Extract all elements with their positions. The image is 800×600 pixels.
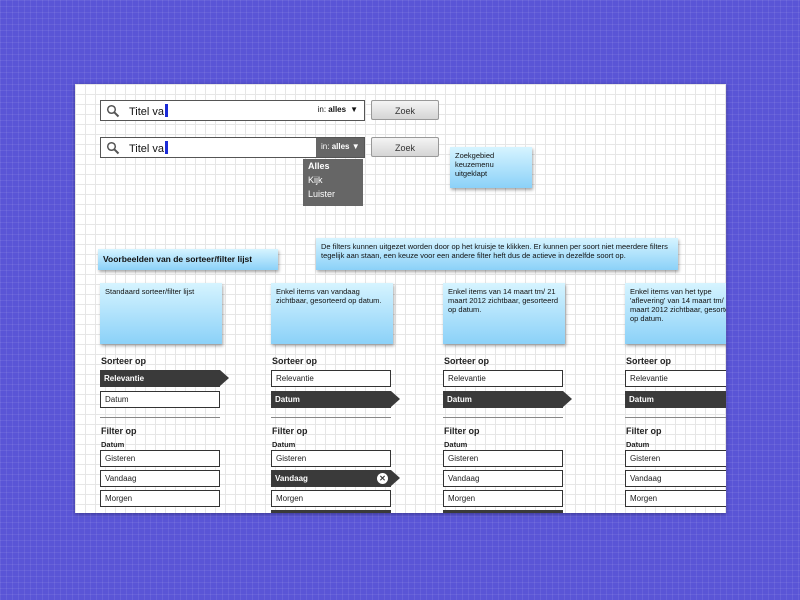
sort-option-datum[interactable]: Datum (100, 391, 220, 408)
filter-heading: Filter op (101, 426, 137, 436)
search-value: Titel va (129, 106, 165, 118)
filter-group-label: Datum (444, 440, 468, 449)
column-note-4: Enkel items van het type 'aflevering' va… (625, 283, 726, 344)
scope-value: alles (328, 105, 347, 114)
divider (625, 417, 726, 418)
filter-option-label: Vandaag (275, 474, 308, 483)
sort-option-label: Datum (447, 395, 472, 404)
sort-option-relevantie[interactable]: Relevantie (443, 370, 563, 387)
search-button[interactable]: Zoek (371, 100, 439, 120)
divider (443, 417, 563, 418)
column-note-2: Enkel items van vandaag zichtbaar, gesor… (271, 283, 393, 344)
filter-option-vandaag[interactable]: Vandaag ✕ (271, 470, 400, 487)
sort-option-datum[interactable]: Datum (625, 391, 726, 408)
sort-heading: Sorteer op (626, 356, 672, 366)
triangle-down-icon: ▼ (351, 142, 360, 151)
filter-option-gisteren[interactable]: Gisteren (625, 450, 726, 467)
filter-option-partial[interactable] (271, 510, 391, 513)
sort-option-relevantie[interactable]: Relevantie (100, 370, 229, 387)
note-dropdown: Zoekgebied keuzemenu uitgeklapt (450, 147, 532, 188)
scope-prefix: in: (321, 142, 330, 151)
filter-group-label: Datum (272, 440, 296, 449)
close-icon[interactable]: ✕ (377, 473, 388, 484)
sort-heading: Sorteer op (101, 356, 147, 366)
section-title-note: Voorbeelden van de sorteer/filter lijst (98, 249, 278, 270)
filter-option-morgen[interactable]: Morgen (271, 490, 391, 507)
note-filters: De filters kunnen uitgezet worden door o… (316, 238, 678, 270)
column-note-1: Standaard sorteer/filter lijst (100, 283, 222, 344)
sort-option-relevantie[interactable]: Relevantie (271, 370, 391, 387)
sort-option-datum[interactable]: Datum (443, 391, 572, 408)
text-caret (165, 104, 169, 117)
scope-option-alles[interactable]: Alles (303, 159, 363, 173)
search-icon (106, 141, 120, 155)
filter-option-vandaag[interactable]: Vandaag (625, 470, 726, 487)
filter-option-morgen[interactable]: Morgen (625, 490, 726, 507)
sort-option-label: Datum (275, 395, 300, 404)
sort-heading: Sorteer op (444, 356, 490, 366)
scope-select[interactable]: in: alles ▼ (316, 138, 364, 157)
column-note-3: Enkel items van 14 maart tm/ 21 maart 20… (443, 283, 565, 344)
scope-prefix: in: (317, 105, 327, 114)
filter-option-gisteren[interactable]: Gisteren (443, 450, 563, 467)
divider (100, 417, 220, 418)
filter-option-gisteren[interactable]: Gisteren (271, 450, 391, 467)
arrow-tip (391, 391, 400, 407)
text-caret (165, 141, 169, 154)
sort-option-datum[interactable]: Datum (271, 391, 400, 408)
sort-heading: Sorteer op (272, 356, 318, 366)
search-button[interactable]: Zoek (371, 137, 439, 157)
scope-dropdown-menu: Alles Kijk Luister (303, 159, 363, 206)
filter-heading: Filter op (444, 426, 480, 436)
scope-option-luister[interactable]: Luister (303, 187, 363, 201)
filter-option-vandaag[interactable]: Vandaag (443, 470, 563, 487)
scope-value: alles (331, 142, 350, 151)
filter-option-vandaag[interactable]: Vandaag (100, 470, 220, 487)
search-icon (106, 104, 120, 118)
arrow-tip (220, 370, 229, 386)
filter-group-label: Datum (626, 440, 650, 449)
scope-option-kijk[interactable]: Kijk (303, 173, 363, 187)
search-value: Titel va (129, 143, 165, 155)
filter-option-morgen[interactable]: Morgen (100, 490, 220, 507)
divider (271, 417, 391, 418)
arrow-tip (563, 391, 572, 407)
search-input[interactable]: Titel va in: alles ▼ (100, 100, 365, 121)
filter-option-partial[interactable] (443, 510, 563, 513)
scope-select[interactable]: in: alles ▼ (318, 105, 358, 114)
filter-heading: Filter op (626, 426, 662, 436)
filter-option-gisteren[interactable]: Gisteren (100, 450, 220, 467)
search-input-open[interactable]: Titel va in: alles ▼ (100, 137, 365, 158)
sort-option-label: Datum (629, 395, 654, 404)
sort-option-label: Relevantie (104, 374, 145, 383)
filter-heading: Filter op (272, 426, 308, 436)
triangle-down-icon: ▼ (350, 105, 358, 114)
arrow-tip (391, 470, 400, 486)
wireframe-canvas: Titel va in: alles ▼ Zoek Titel va in: al… (75, 84, 726, 513)
filter-group-label: Datum (101, 440, 125, 449)
filter-option-morgen[interactable]: Morgen (443, 490, 563, 507)
sort-option-relevantie[interactable]: Relevantie (625, 370, 726, 387)
